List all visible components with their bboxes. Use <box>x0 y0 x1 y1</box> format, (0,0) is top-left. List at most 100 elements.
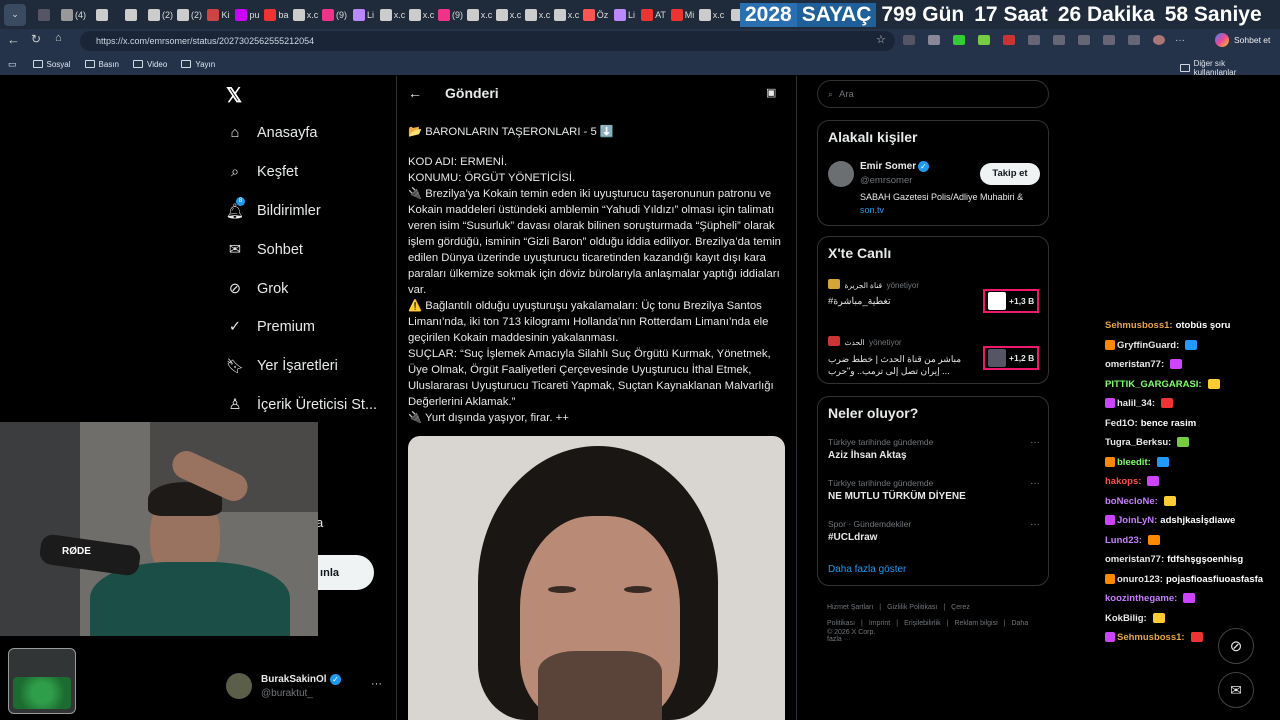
follow-button[interactable]: Takip et <box>980 163 1040 185</box>
browser-tab[interactable]: x.c <box>407 4 436 26</box>
browser-tab[interactable]: x.c <box>465 4 494 26</box>
chat-username[interactable]: Lund23: <box>1105 535 1142 546</box>
chat-username[interactable]: koozinthegame: <box>1105 593 1177 604</box>
profile-avatar[interactable] <box>1153 35 1165 45</box>
copilot-chat-button[interactable]: Sohbet et <box>1215 33 1270 47</box>
nav-premium[interactable]: ✓ Premium <box>226 318 315 336</box>
footer-link[interactable]: Reklam bilgisi <box>954 620 997 627</box>
browser-tab[interactable]: Ki <box>204 4 233 26</box>
extension-icon[interactable] <box>1053 35 1065 45</box>
nav-explore[interactable]: ⌕ Keşfet <box>226 163 298 181</box>
chat-username[interactable]: Tugra_Berksu: <box>1105 437 1171 448</box>
browser-tab[interactable]: Li <box>610 4 639 26</box>
more-icon[interactable]: ··· <box>1175 35 1185 46</box>
browser-tab[interactable] <box>88 4 117 26</box>
chat-username[interactable]: PITTIK_GARGARASI: <box>1105 379 1202 390</box>
more-icon[interactable]: ··· <box>1030 478 1040 489</box>
back-icon[interactable]: ← <box>7 32 20 47</box>
bookmark-folder[interactable]: Yayın <box>181 60 215 69</box>
chat-username[interactable]: hakops: <box>1105 476 1141 487</box>
more-icon[interactable]: ··· <box>1030 437 1040 448</box>
reader-icon[interactable]: ▣ <box>766 86 776 99</box>
browser-tab[interactable]: ba <box>262 4 291 26</box>
avatar[interactable] <box>828 161 854 187</box>
search-input[interactable]: ⌕ Ara <box>817 80 1049 108</box>
nav-creator-studio[interactable]: ♙ İçerik Üreticisi St... <box>226 396 378 414</box>
extension-icon[interactable] <box>928 35 940 45</box>
tab-list-button[interactable]: ⌄ <box>4 3 26 26</box>
footer-link[interactable]: Erişilebilirlik <box>904 620 941 627</box>
url-field[interactable]: https://x.com/emrsomer/status/2027302562… <box>80 31 895 51</box>
browser-tab[interactable]: (9) <box>320 4 349 26</box>
extension-icon[interactable] <box>1028 35 1040 45</box>
chat-username[interactable]: onuro123: <box>1117 574 1163 585</box>
browser-tab[interactable]: x.c <box>552 4 581 26</box>
extension-icon[interactable] <box>1128 35 1140 45</box>
x-logo[interactable]: 𝕏 <box>226 83 242 108</box>
extension-icon[interactable] <box>903 35 915 45</box>
browser-tab[interactable]: (9) <box>436 4 465 26</box>
browser-tab[interactable]: Mi <box>668 4 697 26</box>
extension-icon[interactable] <box>978 35 990 45</box>
footer-link[interactable]: Imprint <box>869 620 890 627</box>
live-item[interactable]: الحدث yönetiyor مباشر من قناة الحدث | خط… <box>828 332 1040 382</box>
chat-username[interactable]: JoinLyN: <box>1117 515 1157 526</box>
more-icon[interactable]: ··· <box>371 678 382 690</box>
trend-item[interactable]: Türkiye tarihinde gündemde Aziz İhsan Akt… <box>828 437 1040 461</box>
extension-icon[interactable] <box>1103 35 1115 45</box>
other-bookmarks[interactable]: Diğer sık kullanılanlar <box>1180 59 1266 77</box>
nav-grok[interactable]: ⊘ Grok <box>226 280 289 298</box>
nav-notifications[interactable]: 🔔︎ 8 Bildirimler <box>226 197 321 220</box>
extension-icon[interactable] <box>1003 35 1015 45</box>
chat-username[interactable]: KokBilig: <box>1105 613 1147 624</box>
post-photo[interactable] <box>408 436 785 720</box>
trend-item[interactable]: Türkiye tarihinde gündemde NE MUTLU TÜRKÜ… <box>828 478 1040 502</box>
chat-username[interactable]: omeristan77: <box>1105 554 1164 565</box>
browser-tab[interactable]: Li <box>349 4 378 26</box>
back-arrow-icon[interactable]: ← <box>408 85 422 101</box>
trend-item[interactable]: Spor · Gündemdekiler #UCLdraw ··· <box>828 519 1040 543</box>
nav-home[interactable]: ⌂ Anasayfa <box>226 124 318 142</box>
messages-float-button[interactable]: ✉︎ <box>1218 672 1254 708</box>
browser-tab[interactable]: (2) <box>146 4 175 26</box>
nav-bookmarks[interactable]: 🔖︎ Yer İşaretleri <box>226 357 338 375</box>
grok-float-button[interactable]: ⊘ <box>1218 628 1254 664</box>
live-item[interactable]: قناة الجزيرة yönetiyor #تغطية_مباشرة +1,… <box>828 275 1040 325</box>
browser-tab[interactable]: (2) <box>175 4 204 26</box>
chat-username[interactable]: bleedit: <box>1117 457 1151 468</box>
browser-tab[interactable]: AT <box>639 4 668 26</box>
star-icon[interactable]: ☆ <box>876 33 886 46</box>
reload-icon[interactable]: ↻ <box>31 32 41 46</box>
chat-username[interactable]: Sehmusboss1: <box>1105 320 1173 331</box>
browser-tab[interactable]: (4) <box>59 4 88 26</box>
extension-icon[interactable] <box>953 35 965 45</box>
browser-tab[interactable] <box>117 4 146 26</box>
bookmarks-menu-icon[interactable]: ▭ <box>8 59 17 70</box>
browser-tab[interactable]: x.c <box>697 4 726 26</box>
account-switcher[interactable]: BurakSakinOl ✓ @buraktut_ ··· <box>226 671 386 701</box>
home-icon[interactable]: ⌂ <box>55 32 62 44</box>
chat-username[interactable]: Sehmusboss1: <box>1117 632 1185 643</box>
bookmark-folder[interactable]: Basın <box>84 60 119 69</box>
chat-username[interactable]: Fed1O: <box>1105 418 1138 429</box>
more-icon[interactable]: ··· <box>1030 519 1040 530</box>
footer-link[interactable]: Gizlilik Politikası <box>887 604 937 611</box>
chat-username[interactable]: GryffinGuard: <box>1117 340 1179 351</box>
nav-chat[interactable]: ✉︎ Sohbet <box>226 241 303 259</box>
extension-icon[interactable] <box>1078 35 1090 45</box>
browser-tab[interactable] <box>30 4 59 26</box>
show-more-link[interactable]: Daha fazla göster <box>828 564 906 575</box>
related-name[interactable]: Emir Somer <box>860 161 916 172</box>
chat-username[interactable]: halil_34: <box>1117 398 1155 409</box>
chat-username[interactable]: boNecloNe: <box>1105 496 1158 507</box>
browser-tab[interactable]: x.c <box>523 4 552 26</box>
chat-username[interactable]: omeristan77: <box>1105 359 1164 370</box>
browser-tab[interactable]: x.c <box>291 4 320 26</box>
browser-tab[interactable]: x.c <box>378 4 407 26</box>
bio-link[interactable]: son.tv <box>860 205 884 215</box>
browser-tab[interactable]: pu <box>233 4 262 26</box>
browser-tab[interactable]: Öz <box>581 4 610 26</box>
bookmark-folder[interactable]: Sosyal <box>32 60 71 69</box>
browser-tab[interactable]: x.c <box>494 4 523 26</box>
footer-link[interactable]: Hizmet Şartları <box>827 604 873 611</box>
